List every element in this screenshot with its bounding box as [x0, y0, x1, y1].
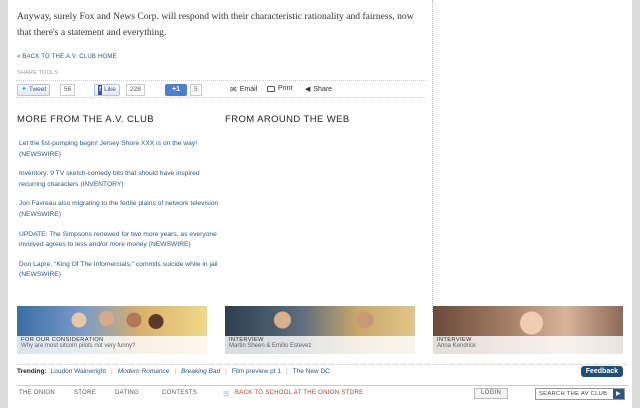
footer-link-contests[interactable]: CONTESTS [162, 390, 197, 396]
portrait-photo [493, 308, 563, 338]
trending-link[interactable]: Modern Romance [118, 368, 170, 375]
trending-link[interactable]: Breaking Bad [181, 368, 220, 375]
column-divider [432, 0, 433, 312]
google-plus-one-button[interactable]: +1 [165, 84, 187, 96]
page: Anyway, surely Fox and News Corp. will r… [8, 0, 632, 408]
like-label: Like [104, 86, 116, 93]
trending-link[interactable]: Film preview pt 1 [232, 368, 281, 375]
print-label: Print [278, 85, 293, 92]
like-button[interactable]: f Like [94, 84, 120, 96]
trending-bar: Trending: Loudon Wainwright | Modern Romanc… [17, 364, 627, 378]
share-bar: ✦ Tweet 56 f Like 228 +1 5 ✉ Email Print… [16, 80, 426, 98]
list-item[interactable]: Jon Favreau also migrating to the fertil… [19, 199, 219, 220]
cart-icon: 🛒 [223, 391, 231, 397]
facebook-icon: f [98, 85, 102, 95]
footer-bar: THE ONION STORE DATING CONTESTS 🛒 BACK T… [17, 385, 629, 401]
feedback-button[interactable]: Feedback [580, 366, 623, 377]
tweet-button[interactable]: ✦ Tweet [17, 84, 51, 96]
article-closing-text: Anyway, surely Fox and News Corp. will r… [17, 11, 414, 38]
share-tools-label: SHARE TOOLS [17, 70, 59, 76]
trending-label: Trending: [17, 368, 47, 375]
email-label: Email [239, 86, 258, 93]
tile-subtitle: Anna Kendrick [437, 343, 477, 349]
share-link[interactable]: ◀ Share [305, 85, 333, 94]
search-submit-icon[interactable]: ▶ [613, 389, 624, 399]
search-input[interactable]: SEARCH THE AV CLUB ▶ [535, 388, 625, 400]
list-item[interactable]: Inventory: 9 TV sketch-comedy bits that … [19, 169, 219, 190]
email-link[interactable]: ✉ Email [230, 85, 257, 94]
cast-photo [57, 308, 167, 338]
footer-link-store[interactable]: STORE [74, 390, 96, 396]
print-link[interactable]: Print [267, 85, 292, 92]
envelope-icon: ✉ [230, 85, 237, 94]
list-item[interactable]: UPDATE: The Simpsons renewed for two mor… [19, 230, 219, 251]
interview-photo [245, 308, 395, 338]
footer-link-dating[interactable]: DATING [115, 390, 139, 396]
footer-link-the-onion[interactable]: THE ONION [19, 390, 55, 396]
tile-caption: INTERVIEW Anna Kendrick [433, 336, 623, 354]
login-button[interactable]: LOGIN [474, 388, 509, 399]
from-around-the-web-heading: FROM AROUND THE WEB [225, 114, 350, 125]
tile-subtitle: Why are most sitcom pilots not very funn… [21, 343, 136, 349]
tile-caption: FOR OUR CONSIDERATION Why are most sitco… [17, 336, 207, 354]
tweet-count: 56 [60, 84, 76, 96]
plus-one-count: 5 [190, 84, 202, 96]
tweet-label: Tweet [28, 86, 47, 93]
tile-caption: INTERVIEW Martin Sheen & Emilio Estevez [225, 336, 415, 354]
feature-tile-interview-sheen[interactable]: INTERVIEW Martin Sheen & Emilio Estevez [225, 306, 415, 354]
back-to-home-link[interactable]: « BACK TO THE A.V. CLUB HOME [17, 54, 117, 60]
tile-subtitle: Martin Sheen & Emilio Estevez [229, 343, 312, 349]
list-item[interactable]: Let the fist-pumping begin! Jersey Shore… [19, 139, 219, 160]
search-placeholder: SEARCH THE AV CLUB [539, 391, 608, 397]
feature-tiles: FOR OUR CONSIDERATION Why are most sitco… [17, 306, 625, 354]
twitter-bird-icon: ✦ [21, 86, 27, 93]
feature-tile-sitcom[interactable]: FOR OUR CONSIDERATION Why are most sitco… [17, 306, 207, 354]
store-promo-link[interactable]: BACK TO SCHOOL AT THE ONION STORE [235, 390, 363, 396]
more-from-list: Let the fist-pumping begin! Jersey Shore… [19, 139, 219, 290]
feature-tile-interview-kendrick[interactable]: INTERVIEW Anna Kendrick [433, 306, 623, 354]
share-icon: ◀ [305, 86, 311, 93]
printer-icon [267, 85, 275, 92]
trending-link[interactable]: Loudon Wainwright [51, 368, 106, 375]
like-count: 228 [126, 84, 145, 96]
share-label: Share [313, 85, 333, 93]
trending-link[interactable]: The New DC [293, 368, 330, 375]
list-item[interactable]: Don Lapre, "King Of The Infomercials," c… [19, 260, 219, 281]
more-from-avclub-heading: MORE FROM THE A.V. CLUB [17, 114, 154, 125]
